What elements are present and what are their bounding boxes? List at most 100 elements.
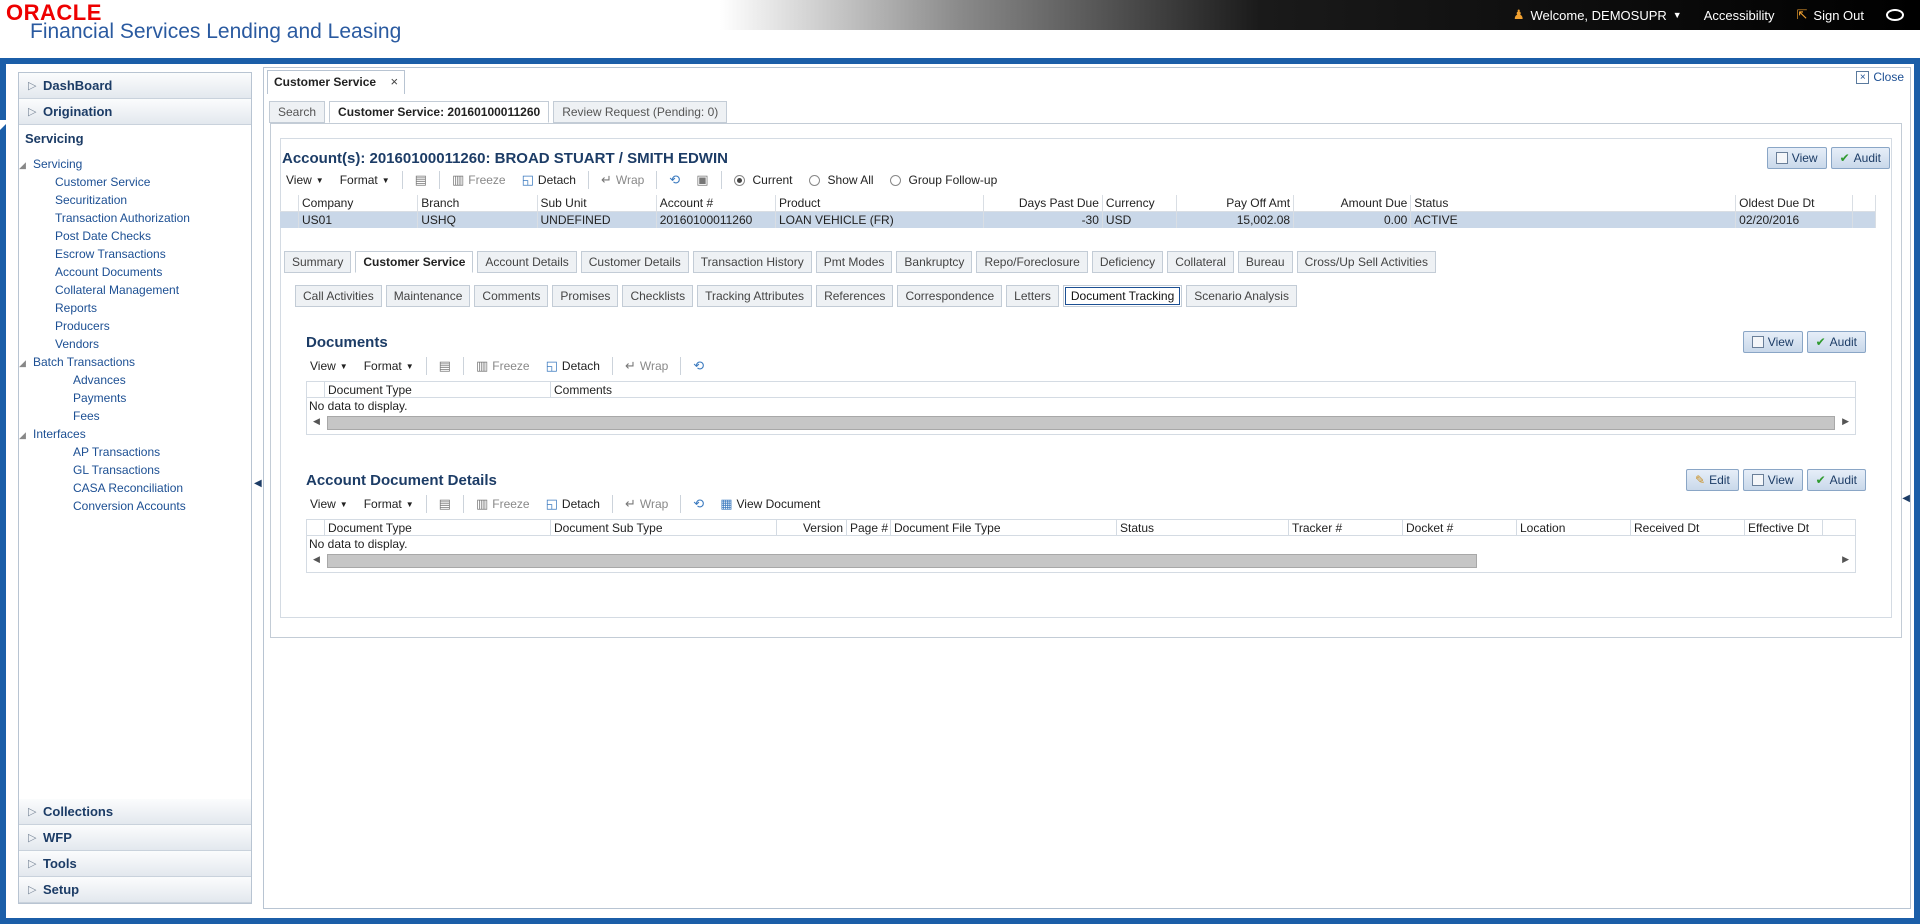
sidebar-item-fees[interactable]: Fees	[19, 407, 251, 425]
nav-servicing[interactable]: Servicing	[19, 125, 251, 153]
column-header-account[interactable]: Account #	[656, 195, 777, 212]
tab-deficiency[interactable]: Deficiency	[1091, 251, 1164, 273]
view-menu[interactable]: View ▼	[278, 173, 332, 187]
column-header-version[interactable]: Version	[777, 520, 847, 535]
sidebar-item-escrow-transactions[interactable]: Escrow Transactions	[19, 245, 251, 263]
tab-account-details[interactable]: Account Details	[477, 251, 577, 273]
tab-document-tracking[interactable]: Document Tracking	[1062, 285, 1183, 307]
expand-twisty-icon[interactable]: ◢	[19, 426, 33, 444]
tab-references[interactable]: References	[816, 285, 894, 307]
column-header-location[interactable]: Location	[1517, 520, 1631, 535]
close-tab-icon[interactable]: ×	[390, 71, 398, 93]
sidebar-item-account-documents[interactable]: Account Documents	[19, 263, 251, 281]
column-header-document-type[interactable]: Document Type	[325, 520, 551, 535]
expand-twisty-icon[interactable]: ◢	[19, 354, 33, 372]
tab-transaction-history[interactable]: Transaction History	[692, 251, 812, 273]
row-selector-cell[interactable]	[280, 211, 299, 228]
tab-search[interactable]: Search	[269, 101, 326, 123]
column-header-pay-off-amt[interactable]: Pay Off Amt	[1176, 195, 1295, 212]
tab-scenario-analysis[interactable]: Scenario Analysis	[1186, 285, 1297, 307]
account-view-button[interactable]: View	[1766, 147, 1827, 169]
details-edit-button[interactable]: ✎ Edit	[1686, 469, 1739, 491]
column-header-days-past-due[interactable]: Days Past Due	[983, 195, 1103, 212]
refresh-button[interactable]: ⟲	[685, 496, 712, 512]
sidebar-item-customer-service[interactable]: Customer Service	[19, 173, 251, 191]
expand-twisty-icon[interactable]: ◢	[19, 156, 33, 174]
tab-customer-service-account[interactable]: Customer Service: 20160100011260	[329, 101, 550, 123]
tab-correspondence[interactable]: Correspondence	[897, 285, 1003, 307]
print-button[interactable]: ▣	[688, 172, 716, 188]
column-header-page[interactable]: Page #	[847, 520, 891, 535]
nav-origination[interactable]: ▷ Origination	[19, 99, 251, 125]
format-menu[interactable]: Format ▼	[356, 497, 422, 511]
column-header-currency[interactable]: Currency	[1102, 195, 1177, 212]
tab-promises[interactable]: Promises	[552, 285, 619, 307]
nav-wfp[interactable]: ▷ WFP	[19, 825, 251, 851]
scroll-left-icon[interactable]: ◀	[313, 554, 320, 565]
column-header-oldest-due-dt[interactable]: Oldest Due Dt	[1735, 195, 1854, 212]
details-hscrollbar[interactable]: ◀ ▶	[307, 552, 1855, 568]
tab-bureau[interactable]: Bureau	[1237, 251, 1293, 273]
format-menu[interactable]: Format ▼	[356, 359, 422, 373]
sidebar-item-reports[interactable]: Reports	[19, 299, 251, 317]
sidebar-item-gl-transactions[interactable]: GL Transactions	[19, 461, 251, 479]
scrollbar-thumb[interactable]	[327, 416, 1835, 430]
sidebar-item-transaction-authorization[interactable]: Transaction Authorization	[19, 209, 251, 227]
tab-summary[interactable]: Summary	[284, 251, 352, 273]
detach-button[interactable]: ◱ Detach	[514, 172, 584, 188]
nav-dashboard[interactable]: ▷ DashBoard	[19, 73, 251, 99]
freeze-button[interactable]: ▥ Freeze	[468, 496, 538, 512]
sidebar-item-casa-reconciliation[interactable]: CASA Reconciliation	[19, 479, 251, 497]
sidebar-item-interfaces[interactable]: ◢ Interfaces	[19, 425, 251, 443]
tab-cross-up-sell-activities[interactable]: Cross/Up Sell Activities	[1296, 251, 1436, 273]
export-button[interactable]: ▤	[431, 358, 459, 374]
view-menu[interactable]: View ▼	[302, 497, 356, 511]
tab-comments[interactable]: Comments	[474, 285, 549, 307]
sidebar-item-producers[interactable]: Producers	[19, 317, 251, 335]
sidebar-collapse-icon[interactable]: ◀	[254, 478, 262, 489]
detach-button[interactable]: ◱ Detach	[538, 358, 608, 374]
sidebar-item-payments[interactable]: Payments	[19, 389, 251, 407]
sign-out-link[interactable]: ⇱ Sign Out	[1797, 7, 1865, 23]
tab-pmt-modes[interactable]: Pmt Modes	[815, 251, 893, 273]
account-audit-button[interactable]: ✔ Audit	[1830, 147, 1890, 169]
column-header-amount-due[interactable]: Amount Due	[1293, 195, 1412, 212]
column-header-docket[interactable]: Docket #	[1403, 520, 1517, 535]
tab-maintenance[interactable]: Maintenance	[385, 285, 471, 307]
document-tab-customer-service[interactable]: Customer Service ×	[267, 70, 406, 94]
tab-repo-foreclosure[interactable]: Repo/Foreclosure	[976, 251, 1088, 273]
column-header-sub-unit[interactable]: Sub Unit	[537, 195, 657, 212]
sidebar-item-advances[interactable]: Advances	[19, 371, 251, 389]
sidebar-item-collateral-management[interactable]: Collateral Management	[19, 281, 251, 299]
wrap-button[interactable]: ↵ Wrap	[617, 358, 676, 374]
scrollbar-thumb[interactable]	[327, 554, 1477, 568]
export-button[interactable]: ▤	[407, 172, 435, 188]
sidebar-item-post-date-checks[interactable]: Post Date Checks	[19, 227, 251, 245]
sidebar-item-ap-transactions[interactable]: AP Transactions	[19, 443, 251, 461]
filter-show-all-radio[interactable]: Show All	[801, 173, 882, 187]
column-header-tracker[interactable]: Tracker #	[1289, 520, 1403, 535]
wrap-button[interactable]: ↵ Wrap	[593, 172, 652, 188]
sidebar-item-vendors[interactable]: Vendors	[19, 335, 251, 353]
wrap-button[interactable]: ↵ Wrap	[617, 496, 676, 512]
nav-collections[interactable]: ▷ Collections	[19, 799, 251, 825]
sidebar-item-servicing[interactable]: ◢ Servicing	[19, 155, 251, 173]
documents-view-button[interactable]: View	[1742, 331, 1803, 353]
export-button[interactable]: ▤	[431, 496, 459, 512]
filter-current-radio[interactable]: Current	[726, 173, 801, 187]
tab-letters[interactable]: Letters	[1006, 285, 1059, 307]
scroll-right-icon[interactable]: ▶	[1842, 554, 1849, 565]
welcome-menu[interactable]: ♟ Welcome, DEMOSUPR ▼	[1513, 7, 1682, 23]
column-header-received-dt[interactable]: Received Dt	[1631, 520, 1745, 535]
refresh-button[interactable]: ⟲	[661, 172, 688, 188]
format-menu[interactable]: Format ▼	[332, 173, 398, 187]
tab-review-request[interactable]: Review Request (Pending: 0)	[553, 101, 728, 123]
column-header-document-type[interactable]: Document Type	[325, 382, 551, 397]
table-row[interactable]: US01 USHQ UNDEFINED 20160100011260 LOAN VEHI…	[280, 211, 1876, 228]
documents-audit-button[interactable]: ✔ Audit	[1806, 331, 1866, 353]
column-header-effective-dt[interactable]: Effective Dt	[1745, 520, 1823, 535]
column-header-product[interactable]: Product	[775, 195, 984, 212]
column-header-document-file-type[interactable]: Document File Type	[891, 520, 1117, 535]
column-header-comments[interactable]: Comments	[551, 382, 1851, 397]
column-header-document-sub-type[interactable]: Document Sub Type	[551, 520, 777, 535]
